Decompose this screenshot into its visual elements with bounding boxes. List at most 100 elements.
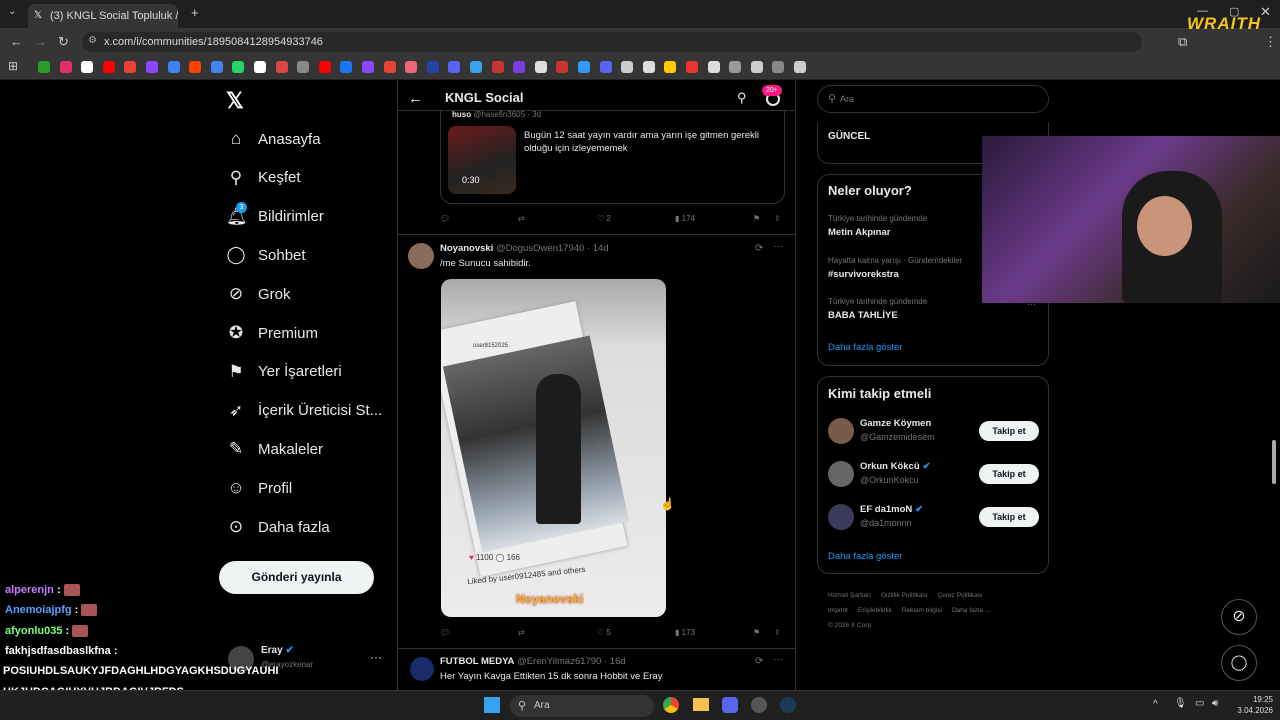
x-logo-icon[interactable]: 𝕏 <box>226 88 244 114</box>
bookmark-favicon-icon[interactable] <box>210 61 223 73</box>
bookmark-favicon-icon[interactable] <box>470 61 482 73</box>
bookmark-favicon-icon[interactable] <box>491 61 504 73</box>
repost-icon[interactable]: ⇄ <box>518 628 525 637</box>
suggestion-avatar[interactable] <box>828 504 854 530</box>
reload-icon[interactable]: ↻ <box>58 34 69 50</box>
bookmark-favicon-icon[interactable] <box>794 61 806 73</box>
bookmark-favicon-icon[interactable] <box>124 61 137 73</box>
messages-float-icon[interactable]: ◯ <box>1221 645 1257 681</box>
bookmark-favicon-icon[interactable] <box>146 61 158 73</box>
repost-icon[interactable]: ⇄ <box>518 214 525 223</box>
footer-link[interactable]: Imprint <box>828 607 848 614</box>
sidebar-item-more-circle[interactable]: ⊙ Daha fazla <box>226 512 330 542</box>
feed-search-icon[interactable]: ⚲ <box>737 90 747 106</box>
app-icon[interactable] <box>751 697 767 713</box>
tab-list-icon[interactable]: ⌄ <box>8 6 16 17</box>
footer-link[interactable]: Reklam bilgisi <box>902 607 942 614</box>
post-more-icon[interactable]: ··· <box>773 654 783 665</box>
reply-icon[interactable]: 💬︎ <box>440 628 450 637</box>
grok-float-icon[interactable]: ⊘ <box>1221 599 1257 635</box>
apps-grid-icon[interactable]: ⊞ <box>8 59 18 73</box>
bookmark-favicon-icon[interactable] <box>664 61 677 73</box>
sidebar-item-person[interactable]: ☺ Profil <box>226 473 292 503</box>
back-arrow-icon[interactable]: ← <box>408 90 423 107</box>
footer-link[interactable]: Hizmet Şartları <box>828 592 871 599</box>
bookmark-favicon-icon[interactable] <box>102 61 115 73</box>
search-input[interactable]: ⚲ Ara <box>817 85 1049 113</box>
discord-icon[interactable] <box>722 697 738 713</box>
tray-chevron-icon[interactable]: ^ <box>1153 699 1158 710</box>
sidebar-item-bookmark[interactable]: ⚑ Yer İşaretleri <box>226 357 341 387</box>
sidebar-item-bell[interactable]: 🔔︎ 3 Bildirimler <box>226 201 324 232</box>
back-icon[interactable]: ← <box>10 34 23 49</box>
bookmark-favicon-icon[interactable] <box>621 61 634 73</box>
bookmark-favicon-icon[interactable] <box>189 61 202 73</box>
like-icon[interactable]: ♡ 2 <box>597 214 611 223</box>
reply-icon[interactable]: 💬︎ <box>440 214 450 223</box>
bookmark-favicon-icon[interactable] <box>686 61 698 73</box>
suggestion-name[interactable]: EF da1moN ✔ <box>860 504 923 515</box>
bookmark-favicon-icon[interactable] <box>59 61 72 73</box>
sidebar-item-premium[interactable]: ✪ Premium <box>226 318 318 348</box>
bookmark-favicon-icon[interactable] <box>405 61 418 73</box>
site-info-icon[interactable]: ⚙ <box>88 35 97 46</box>
bookmark-favicon-icon[interactable] <box>556 61 569 73</box>
file-explorer-icon[interactable] <box>693 698 709 711</box>
follow-button[interactable]: Takip et <box>979 421 1039 441</box>
bookmark-favicon-icon[interactable] <box>275 61 288 73</box>
forward-icon[interactable]: → <box>34 34 47 49</box>
bookmark-icon[interactable]: ⚑ <box>753 628 760 637</box>
bookmark-favicon-icon[interactable] <box>340 61 353 73</box>
footer-link[interactable]: Erişilebilirlik <box>858 607 892 614</box>
extensions-icon[interactable]: ⧉ <box>1178 34 1187 50</box>
bookmark-icon[interactable]: ⚑ <box>753 214 760 223</box>
sidebar-item-search[interactable]: ⚲ Keşfet <box>226 163 301 193</box>
bookmark-favicon-icon[interactable] <box>772 61 785 73</box>
volume-icon[interactable]: 🔊︎ <box>1212 698 1218 709</box>
new-tab-icon[interactable]: + <box>191 5 199 20</box>
trend-item[interactable]: Metin Akpınar <box>828 227 890 238</box>
bookmark-favicon-icon[interactable] <box>599 61 612 73</box>
bookmark-favicon-icon[interactable] <box>729 61 742 73</box>
trend-item[interactable]: BABA TAHLİYE <box>828 310 898 321</box>
follow-show-more[interactable]: Daha fazla göster <box>828 551 902 562</box>
browser-tab[interactable]: 𝕏 (3) KNGL Social Topluluk / X <box>28 4 178 28</box>
sidebar-item-rocket[interactable]: ➶ İçerik Üreticisi St... <box>226 396 382 426</box>
suggestion-avatar[interactable] <box>828 418 854 444</box>
bookmark-favicon-icon[interactable] <box>254 61 266 73</box>
clock[interactable]: 19:25 3.04.2026 <box>1233 694 1273 716</box>
follow-button[interactable]: Takip et <box>979 507 1039 527</box>
post2-image[interactable]: user8152025 ♥ 1100 ◯ 166 Liked by user09… <box>441 279 666 617</box>
page-scrollbar[interactable] <box>1272 440 1276 484</box>
chrome-icon[interactable] <box>663 697 679 713</box>
post3-avatar[interactable] <box>410 657 434 681</box>
sidebar-item-grok[interactable]: ⊘ Grok <box>226 279 291 309</box>
bookmark-favicon-icon[interactable] <box>167 61 180 73</box>
suggestion-avatar[interactable] <box>828 461 854 487</box>
network-icon[interactable]: ▭ <box>1195 698 1204 709</box>
taskbar-search[interactable]: ⚲ Ara <box>510 695 654 717</box>
bookmark-favicon-icon[interactable] <box>318 61 331 73</box>
post2-avatar[interactable] <box>408 243 434 269</box>
bookmark-favicon-icon[interactable] <box>578 61 590 73</box>
bookmark-favicon-icon[interactable] <box>362 61 374 73</box>
bookmark-favicon-icon[interactable] <box>513 61 526 73</box>
trend-item[interactable]: #survivorekstra <box>828 269 899 280</box>
like-icon[interactable]: ♡ 5 <box>597 628 611 637</box>
footer-link[interactable]: Gizlilik Politikası <box>881 592 928 599</box>
grok-explain-icon[interactable]: ⟳ <box>755 656 763 667</box>
sidebar-item-article[interactable]: ✎ Makaleler <box>226 434 323 464</box>
close-icon[interactable]: ✕ <box>1260 4 1271 20</box>
bookmark-favicon-icon[interactable] <box>297 61 310 73</box>
footer-link[interactable]: Daha fazla ... <box>952 607 990 614</box>
bookmark-favicon-icon[interactable] <box>534 61 547 73</box>
bookmark-favicon-icon[interactable] <box>383 61 396 73</box>
windows-start-icon[interactable] <box>484 697 500 713</box>
follow-button[interactable]: Takip et <box>979 464 1039 484</box>
bookmark-favicon-icon[interactable] <box>707 61 720 73</box>
bookmark-favicon-icon[interactable] <box>426 61 439 73</box>
bookmark-favicon-icon[interactable] <box>448 61 461 73</box>
share-icon[interactable]: ⇪ <box>774 214 781 223</box>
bookmark-favicon-icon[interactable] <box>232 61 245 73</box>
address-bar[interactable]: ⚙ x.com/i/communities/189508412895493374… <box>82 32 1142 52</box>
